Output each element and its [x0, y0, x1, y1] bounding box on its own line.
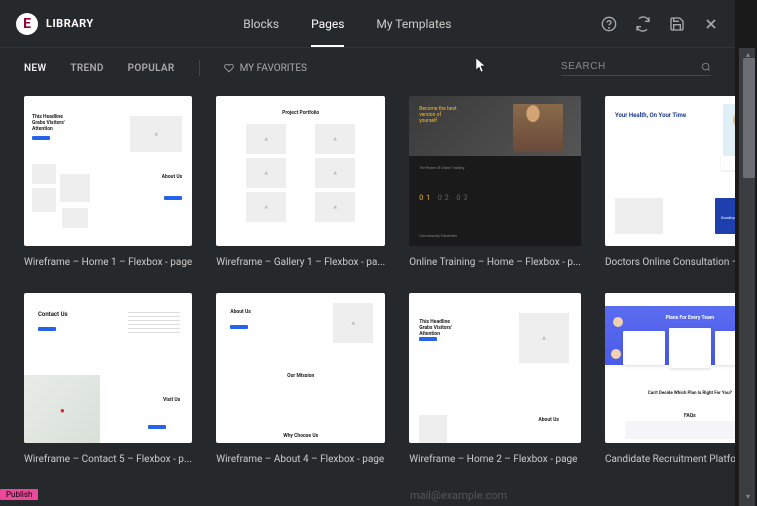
library-title: LIBRARY [46, 17, 94, 30]
template-title: Wireframe – Gallery 1 – Flexbox - pa... [216, 256, 385, 269]
template-thumbnail[interactable]: Your Health, On Your Time Goodbye Waitin… [605, 96, 735, 246]
close-icon[interactable] [703, 16, 719, 32]
template-card: Plans For Every Team Can't Decide Which … [605, 293, 735, 466]
template-card: Become the best version of yourself The … [409, 96, 581, 269]
save-icon[interactable] [669, 16, 685, 32]
library-header: E LIBRARY Blocks Pages My Templates [0, 0, 735, 48]
template-thumbnail[interactable]: Contact Us ● Visit Us [24, 293, 192, 443]
template-thumbnail[interactable]: Become the best version of yourself The … [409, 96, 581, 246]
filter-trend[interactable]: TREND [70, 63, 103, 74]
filter-bar: NEW TREND POPULAR MY FAVORITES [0, 48, 735, 88]
tab-pages[interactable]: Pages [311, 1, 344, 47]
logo-area: E LIBRARY [16, 13, 94, 35]
header-actions [601, 16, 719, 32]
scroll-down-icon[interactable]: ▾ [743, 492, 753, 502]
template-card: Project Portfolio Wireframe – Gallery 1 … [216, 96, 385, 269]
template-title: Wireframe – Home 1 – Flexbox - page [24, 256, 192, 269]
info-icon[interactable] [601, 16, 617, 32]
elementor-logo: E [16, 13, 38, 35]
template-title: Wireframe – About 4 – Flexbox - page [216, 453, 385, 466]
filter-popular[interactable]: POPULAR [128, 63, 175, 74]
template-title: Wireframe – Home 2 – Flexbox - page [409, 453, 581, 466]
template-grid-wrap: This Headline Grabs Visitors' Attention … [0, 88, 735, 506]
template-thumbnail[interactable]: This Headline Grabs Visitors' Attention … [409, 293, 581, 443]
template-thumbnail[interactable]: This Headline Grabs Visitors' Attention … [24, 96, 192, 246]
search-input[interactable] [561, 61, 693, 72]
template-grid: This Headline Grabs Visitors' Attention … [24, 96, 711, 466]
sync-icon[interactable] [635, 16, 651, 32]
email-ghost-text: mail@example.com [410, 489, 507, 502]
template-title: Online Training – Home – Flexbox - p... [409, 256, 581, 269]
my-favorites[interactable]: MY FAVORITES [224, 63, 307, 74]
heart-icon [224, 63, 234, 73]
template-card: About Us Our Mission Why Choose Us Wiref… [216, 293, 385, 466]
search-wrap [561, 61, 711, 76]
template-card: This Headline Grabs Visitors' Attention … [409, 293, 581, 466]
filter-divider [199, 60, 200, 76]
favorites-label: MY FAVORITES [240, 63, 307, 74]
map-pin-icon: ● [60, 406, 65, 415]
template-card: This Headline Grabs Visitors' Attention … [24, 96, 192, 269]
scrollbar-thumb[interactable] [743, 58, 755, 178]
search-icon[interactable] [701, 61, 711, 73]
template-card: Contact Us ● Visit Us Wireframe – Contac… [24, 293, 192, 466]
tab-my-templates[interactable]: My Templates [376, 1, 451, 47]
template-title: Wireframe – Contact 5 – Flexbox - p... [24, 453, 192, 466]
template-title: Candidate Recruitment Platform - pa... [605, 453, 735, 466]
template-thumbnail[interactable]: About Us Our Mission Why Choose Us [216, 293, 385, 443]
filter-new[interactable]: NEW [24, 63, 46, 74]
template-card: Your Health, On Your Time Goodbye Waitin… [605, 96, 735, 269]
main-tabs: Blocks Pages My Templates [243, 1, 451, 47]
template-thumbnail[interactable]: Project Portfolio [216, 96, 385, 246]
publish-badge[interactable]: Publish [0, 489, 38, 500]
template-title: Doctors Online Consultation – Flexb... [605, 256, 735, 269]
tab-blocks[interactable]: Blocks [243, 1, 279, 47]
template-thumbnail[interactable]: Plans For Every Team Can't Decide Which … [605, 293, 735, 443]
